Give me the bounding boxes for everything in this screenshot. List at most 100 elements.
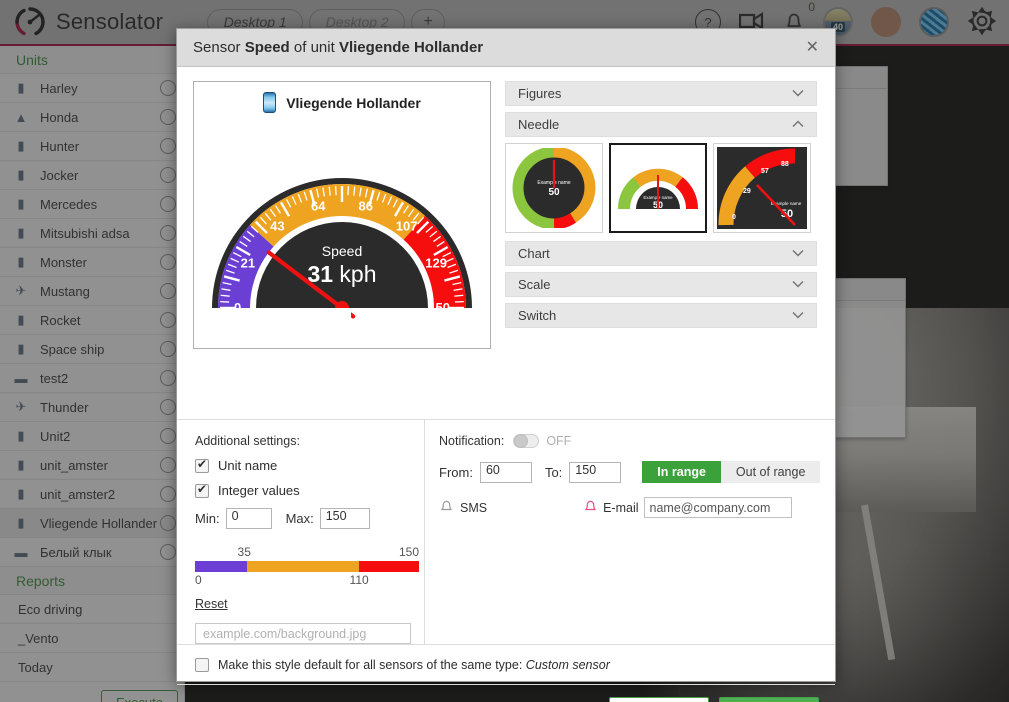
accordion-chart-label: Chart bbox=[518, 246, 550, 261]
integer-values-checkbox-row[interactable]: Integer values bbox=[195, 482, 424, 498]
notification-toggle[interactable] bbox=[513, 434, 540, 448]
dialog-title-prefix: Sensor bbox=[193, 39, 241, 56]
cancel-button[interactable]: Cancel bbox=[609, 696, 709, 702]
dialog-title-unit: Vliegende Hollander bbox=[338, 39, 484, 56]
max-input[interactable]: 150 bbox=[319, 508, 370, 529]
max-label: Max: bbox=[285, 511, 314, 526]
default-style-label: Make this style default for all sensors … bbox=[218, 657, 523, 672]
bell-icon[interactable] bbox=[439, 499, 454, 516]
svg-text:Speed: Speed bbox=[322, 243, 362, 259]
accordion-switch[interactable]: Switch bbox=[505, 303, 817, 328]
needle-thumb-half-circle[interactable]: Example name 50 bbox=[609, 143, 707, 233]
default-style-row: Make this style default for all sensors … bbox=[177, 644, 835, 684]
min-input[interactable]: 0 bbox=[225, 508, 272, 529]
notification-state: OFF bbox=[546, 434, 572, 448]
needle-thumb-full-circle[interactable]: Example name 50 bbox=[505, 143, 603, 233]
dialog-upper-section: Vliegende Hollander 0 21 43 64 86 107 129 150 Sp… bbox=[177, 67, 835, 419]
close-icon[interactable]: ✕ bbox=[802, 38, 823, 58]
chevron-up-icon bbox=[792, 119, 804, 131]
svg-text:0: 0 bbox=[732, 214, 736, 221]
range-band-mid[interactable] bbox=[246, 561, 359, 572]
gauge-unit-name: Vliegende Hollander bbox=[286, 94, 421, 111]
range-upper-labels: 35 150 bbox=[195, 545, 419, 560]
svg-text:50: 50 bbox=[548, 187, 560, 198]
dialog-footer: Cancel OK bbox=[177, 684, 835, 702]
accordion-switch-label: Switch bbox=[518, 308, 557, 323]
range-band-low[interactable] bbox=[195, 561, 247, 572]
chevron-down-icon bbox=[792, 88, 804, 100]
dialog-title-sensor: Speed bbox=[244, 39, 290, 56]
range-color-bar[interactable] bbox=[195, 561, 419, 572]
integer-values-checkbox[interactable] bbox=[195, 482, 209, 498]
chevron-down-icon bbox=[792, 248, 804, 260]
car-icon bbox=[263, 92, 277, 113]
to-input[interactable]: 150 bbox=[569, 461, 622, 483]
toggle-knob bbox=[514, 434, 529, 448]
dialog-title-mid: of unit bbox=[293, 39, 335, 56]
from-input[interactable]: 60 bbox=[479, 461, 532, 483]
accordion-figures-label: Figures bbox=[518, 86, 562, 101]
integer-values-label: Integer values bbox=[218, 483, 300, 498]
svg-text:43: 43 bbox=[270, 218, 284, 233]
svg-text:107: 107 bbox=[396, 218, 418, 233]
ok-button[interactable]: OK bbox=[719, 696, 819, 702]
to-label: To: bbox=[544, 464, 563, 480]
notification-label: Notification: bbox=[439, 434, 505, 448]
svg-text:31 kph: 31 kph bbox=[307, 261, 376, 287]
svg-text:29: 29 bbox=[743, 188, 751, 195]
notification-panel: Notification: OFF From: 60 To: 150 In ra… bbox=[425, 420, 835, 644]
email-input[interactable]: name@company.com bbox=[643, 497, 792, 518]
gauge-preview-card: Vliegende Hollander 0 21 43 64 86 107 129 150 Sp… bbox=[193, 81, 491, 349]
svg-text:21: 21 bbox=[241, 256, 255, 271]
range-band-high[interactable] bbox=[358, 561, 419, 572]
range-mode-toggle: In range Out of range bbox=[642, 461, 821, 483]
dialog-lower-section: Additional settings: Unit name Integer v… bbox=[177, 419, 835, 644]
range-inputs-row: From: 60 To: 150 In range Out of range bbox=[439, 461, 835, 483]
unit-name-checkbox[interactable] bbox=[195, 457, 209, 473]
unit-name-checkbox-row[interactable]: Unit name bbox=[195, 457, 424, 473]
accordion-needle-label: Needle bbox=[518, 117, 560, 132]
sms-label[interactable]: SMS bbox=[460, 501, 487, 515]
min-label: Min: bbox=[195, 511, 220, 526]
accordion-figures[interactable]: Figures bbox=[505, 81, 817, 106]
notification-toggle-row: Notification: OFF bbox=[439, 434, 835, 448]
dialog-title-bar: Sensor Speed of unit Vliegende Hollander… bbox=[177, 29, 835, 67]
svg-text:57: 57 bbox=[761, 168, 769, 175]
svg-text:64: 64 bbox=[311, 199, 326, 214]
chevron-down-icon bbox=[792, 279, 804, 291]
from-label: From: bbox=[439, 464, 473, 480]
bell-icon[interactable] bbox=[583, 499, 598, 516]
additional-settings-title: Additional settings: bbox=[195, 434, 300, 448]
background-url-input[interactable]: example.com/background.jpg bbox=[195, 623, 411, 644]
range-lower-labels: 0 110 bbox=[195, 573, 419, 588]
accordion-scale-label: Scale bbox=[518, 277, 551, 292]
accordion-scale[interactable]: Scale bbox=[505, 272, 817, 297]
svg-text:0: 0 bbox=[234, 300, 241, 315]
accordion-chart[interactable]: Chart bbox=[505, 241, 817, 266]
min-max-row: Min: 0 Max: 150 bbox=[195, 508, 424, 529]
reset-link[interactable]: Reset bbox=[195, 597, 228, 611]
svg-text:86: 86 bbox=[359, 199, 373, 214]
accordion-needle[interactable]: Needle bbox=[505, 112, 817, 137]
needle-thumb-quarter[interactable]: 0 29 57 88 Example name 50 bbox=[713, 143, 811, 233]
notification-channels-row: SMS E-mail name@company.com bbox=[439, 497, 835, 518]
email-label: E-mail bbox=[603, 500, 639, 515]
out-of-range-button[interactable]: Out of range bbox=[720, 461, 821, 483]
svg-text:150: 150 bbox=[428, 300, 450, 315]
svg-text:129: 129 bbox=[425, 256, 447, 271]
unit-name-label: Unit name bbox=[218, 458, 278, 473]
in-range-button[interactable]: In range bbox=[642, 461, 721, 483]
range-min-label: 0 bbox=[195, 573, 202, 587]
gauge-preview-title: Vliegende Hollander bbox=[263, 92, 421, 113]
range-stop1-label: 35 bbox=[237, 545, 251, 559]
additional-settings-panel: Additional settings: Unit name Integer v… bbox=[177, 420, 425, 644]
style-accordion: Figures Needle Example name 50 Example n… bbox=[505, 81, 817, 419]
sensor-settings-dialog: Sensor Speed of unit Vliegende Hollander… bbox=[176, 28, 836, 702]
range-max-label: 150 bbox=[398, 545, 419, 559]
gauge-figure: 0 21 43 64 86 107 129 150 Speed 31 kph bbox=[202, 123, 482, 323]
needle-style-options: Example name 50 Example name 50 bbox=[505, 143, 817, 233]
svg-text:88: 88 bbox=[781, 161, 789, 168]
default-style-checkbox[interactable] bbox=[195, 657, 209, 672]
default-style-sensor-type: Custom sensor bbox=[525, 657, 610, 672]
color-range-slider[interactable]: 35 150 0 110 bbox=[195, 545, 419, 588]
